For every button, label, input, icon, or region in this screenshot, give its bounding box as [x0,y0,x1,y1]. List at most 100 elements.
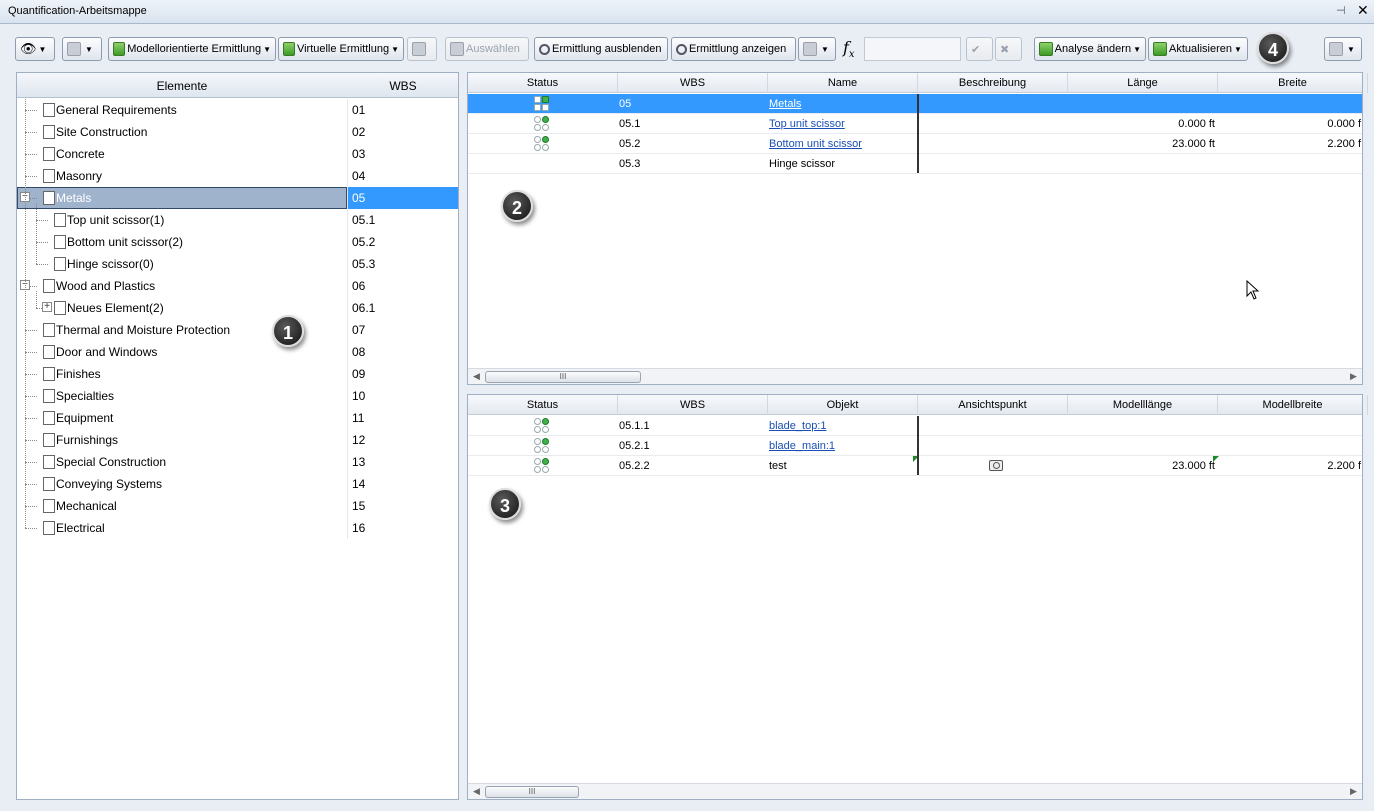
tree-item-label: Concrete [56,147,105,161]
tree-item-wbs: 13 [352,455,366,469]
panel-icon [67,42,81,56]
name-cell[interactable]: Top unit scissor [768,114,916,134]
aktualisieren-button[interactable]: Aktualisieren ▼ [1148,37,1248,61]
analyse-aendern-button[interactable]: Analyse ändern ▼ [1034,37,1146,61]
table-row[interactable]: 05 Metals [468,94,1362,114]
formula-cancel-button[interactable]: ✖ [995,37,1022,61]
formula-input[interactable] [864,37,961,61]
tree-item[interactable]: + Neues Element(2) 06.1 [17,297,458,319]
scroll-right-icon[interactable]: ▶ [1350,371,1357,382]
wbs-cell: 05.3 [619,158,641,170]
tree-item[interactable]: Thermal and Moisture Protection 07 [17,319,458,341]
panel-layout-dropdown-button[interactable]: ▼ [62,37,102,61]
name-cell[interactable]: Metals [768,94,916,114]
column-divider [347,407,348,429]
document-icon [40,145,55,161]
tree-item[interactable]: Door and Windows 08 [17,341,458,363]
tree-column-elemente[interactable]: Elemente [17,79,347,93]
chevron-down-icon: ▼ [821,44,829,54]
document-icon [40,167,55,183]
table-row[interactable]: 05.2 Bottom unit scissor 23.000 ft 2.200 f [468,134,1362,154]
tree-item[interactable]: Top unit scissor(1) 05.1 [17,209,458,231]
refresh-disabled-button[interactable] [407,37,437,61]
chevron-down-icon: ▼ [1133,44,1141,54]
column-header[interactable]: Status [468,395,618,415]
column-header[interactable]: WBS [618,395,768,415]
refresh-icon [412,42,426,56]
camera-icon[interactable] [989,460,1003,471]
formula-accept-button[interactable]: ✔ [966,37,993,61]
scrollbar-thumb[interactable]: III [485,786,579,798]
status-icon [534,136,552,152]
tree-item[interactable]: Special Construction 13 [17,451,458,473]
table-row[interactable]: 05.2.2 test 23.000 ft 2.200 f [468,456,1362,476]
column-header[interactable]: Name [768,73,918,93]
column-header[interactable]: Modelllänge [1068,395,1218,415]
tree-item[interactable]: Masonry 04 [17,165,458,187]
ermittlung-anzeigen-button[interactable]: Ermittlung anzeigen [671,37,796,61]
items-horizontal-scrollbar[interactable]: ◀ III ▶ [468,368,1362,384]
tree-item-wbs: 06.1 [352,301,376,315]
tree-item[interactable]: Furnishings 12 [17,429,458,451]
tree-item-wbs: 12 [352,433,366,447]
column-header[interactable]: Objekt [768,395,918,415]
table-row[interactable]: 05.1.1 blade_top:1 [468,416,1362,436]
export-dropdown-button[interactable]: ▼ [1324,37,1362,61]
analyse-label: Analyse ändern [1054,43,1132,55]
tree-connector [36,203,37,264]
tree-item-wbs: 05.1 [352,213,376,227]
column-header[interactable]: Modellbreite [1218,395,1368,415]
tree-column-wbs[interactable]: WBS [348,79,458,93]
tree-item[interactable]: General Requirements 01 [17,99,458,121]
virtuelle-ermittlung-button[interactable]: Virtuelle Ermittlung ▼ [278,37,404,61]
tree-item[interactable]: Finishes 09 [17,363,458,385]
tree-item[interactable]: Specialties 10 [17,385,458,407]
table-row[interactable]: 05.3 Hinge scissor [468,154,1362,174]
close-icon[interactable]: ✕ [1357,2,1369,19]
tree-item[interactable]: − Wood and Plastics 06 [17,275,458,297]
tree-item[interactable]: Concrete 03 [17,143,458,165]
objekt-cell[interactable]: blade_top:1 [768,416,916,436]
tree-item[interactable]: Conveying Systems 14 [17,473,458,495]
objects-horizontal-scrollbar[interactable]: ◀ III ▶ [468,783,1362,799]
columns-dropdown-button[interactable]: ▼ [798,37,836,61]
tree-item[interactable]: Equipment 11 [17,407,458,429]
column-divider [347,165,348,187]
name-cell[interactable]: Bottom unit scissor [768,134,916,154]
chevron-down-icon: ▼ [1347,44,1355,54]
objekt-cell[interactable]: blade_main:1 [768,436,916,456]
wbs-cell: 05.1 [619,118,641,130]
beschreibung-cell [918,154,1066,174]
scrollbar-thumb[interactable]: III [485,371,641,383]
tree-connector [25,132,37,133]
column-header[interactable]: Beschreibung [918,73,1068,93]
tree-item[interactable]: Electrical 16 [17,517,458,539]
table-row[interactable]: 05.2.1 blade_main:1 [468,436,1362,456]
modellorientiert-ermittlung-button[interactable]: Modellorientierte Ermittlung ▼ [108,37,276,61]
column-header[interactable]: Ansichtspunkt [918,395,1068,415]
scroll-left-icon[interactable]: ◀ [473,786,480,797]
tree-item[interactable]: Bottom unit scissor(2) 05.2 [17,231,458,253]
table-row[interactable]: 05.1 Top unit scissor 0.000 ft 0.000 f [468,114,1362,134]
objects-grid-header: Status WBS Objekt Ansichtspunkt Modelllänge M… [468,395,1368,415]
ermittlung-ausblenden-button[interactable]: Ermittlung ausblenden [534,37,668,61]
scroll-left-icon[interactable]: ◀ [473,371,480,382]
pin-icon[interactable]: ⊣ [1336,4,1346,17]
breite-cell [1218,94,1362,114]
tree-item[interactable]: Mechanical 15 [17,495,458,517]
expand-icon[interactable]: + [42,302,52,312]
modellbreite-cell [1218,416,1362,436]
tree-item[interactable]: Site Construction 02 [17,121,458,143]
tree-item[interactable]: Hinge scissor(0) 05.3 [17,253,458,275]
auswaehlen-button[interactable]: Auswählen [445,37,529,61]
tree-connector [25,484,37,485]
column-header[interactable]: Breite [1218,73,1368,93]
tree-item[interactable]: − Metals 05 [17,187,458,209]
visibility-dropdown-button[interactable]: 👁 ▼ [15,37,55,61]
column-header[interactable]: WBS [618,73,768,93]
scroll-right-icon[interactable]: ▶ [1350,786,1357,797]
column-header[interactable]: Status [468,73,618,93]
column-divider [347,495,348,517]
eye-icon: 👁 [20,41,37,56]
column-header[interactable]: Länge [1068,73,1218,93]
